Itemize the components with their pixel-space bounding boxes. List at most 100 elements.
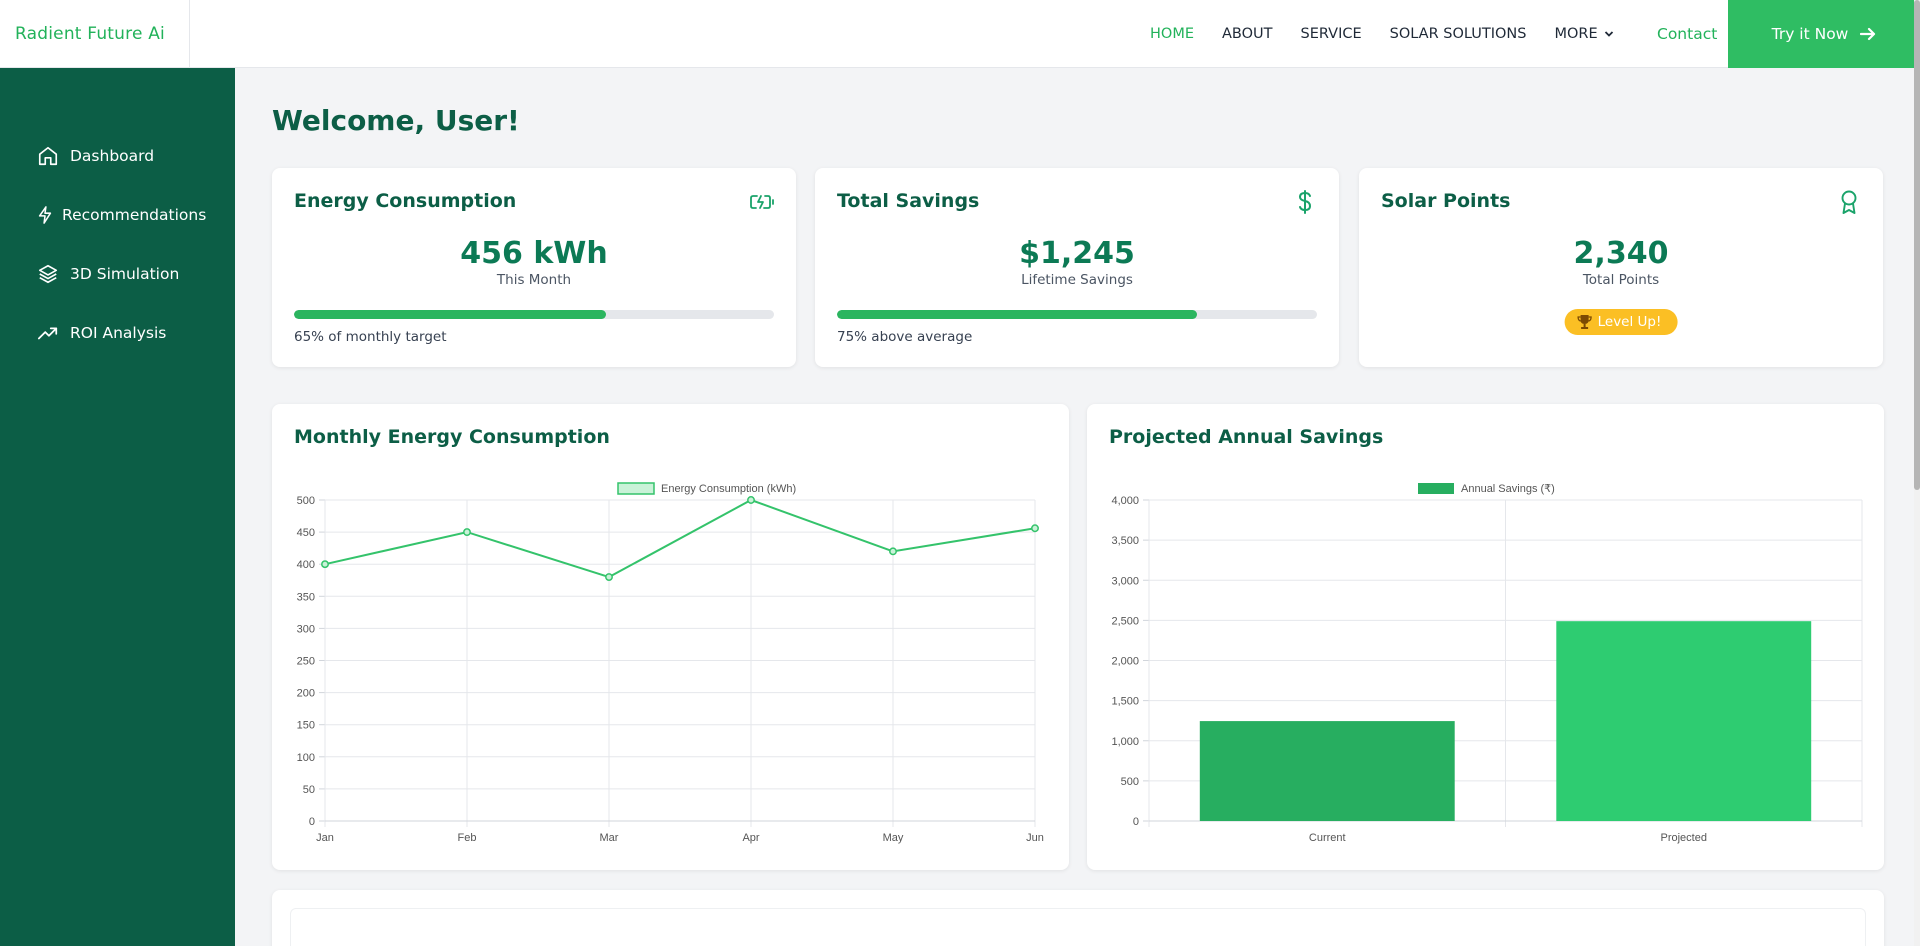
- y-tick-label: 2,000: [1111, 656, 1139, 668]
- sidebar-item-roi-analysis[interactable]: ROI Analysis: [0, 303, 235, 362]
- card-title: Energy Consumption: [294, 190, 517, 212]
- data-point: [605, 573, 613, 581]
- legend-label: Annual Savings (₹): [1461, 483, 1555, 495]
- y-tick-label: 200: [297, 688, 315, 700]
- sidebar-item-recommendations[interactable]: Recommendations: [0, 185, 235, 244]
- sidebar-item-label: 3D Simulation: [70, 264, 180, 283]
- page-title: Welcome, User!: [272, 104, 520, 137]
- arrow-right-icon: [1860, 27, 1876, 41]
- energy-sub: This Month: [496, 272, 572, 288]
- x-tick-label: Feb: [458, 832, 477, 844]
- brand-logo[interactable]: Radient Future Ai: [0, 0, 190, 68]
- monthly-energy-chart-card: Monthly Energy Consumption Energy Consum…: [272, 404, 1069, 870]
- y-tick-label: 1,000: [1111, 736, 1139, 748]
- card-title: Total Savings: [837, 190, 980, 212]
- y-tick-label: 3,500: [1111, 535, 1139, 547]
- savings-progress-label: 75% above average: [837, 329, 973, 345]
- sidebar-item-label: Recommendations: [62, 205, 207, 224]
- home-icon: [36, 144, 60, 168]
- nav-about[interactable]: ABOUT: [1222, 26, 1273, 42]
- bar: [1199, 721, 1455, 821]
- chevron-down-icon: [1604, 31, 1613, 37]
- x-tick-label: Current: [1309, 832, 1346, 844]
- sidebar-item-dashboard[interactable]: Dashboard: [0, 126, 235, 185]
- award-icon: [1837, 190, 1861, 214]
- y-tick-label: 50: [303, 784, 315, 796]
- legend-swatch: [1418, 483, 1454, 494]
- legend-swatch: [617, 482, 655, 495]
- try-it-now-button[interactable]: Try it Now: [1728, 0, 1920, 68]
- energy-consumption-card: Energy Consumption 456 kWh This Month 65…: [272, 168, 796, 367]
- sidebar: Dashboard Recommendations 3D Simulation …: [0, 68, 235, 946]
- x-tick-label: Mar: [600, 832, 619, 844]
- sidebar-item-3d-simulation[interactable]: 3D Simulation: [0, 244, 235, 303]
- bottom-section-card: [272, 890, 1884, 946]
- progress-fill: [294, 310, 606, 319]
- data-point: [321, 560, 329, 569]
- battery-charging-icon: [750, 190, 774, 214]
- nav-home[interactable]: HOME: [1150, 26, 1194, 42]
- x-tick-label: Apr: [742, 832, 759, 844]
- y-tick-label: 400: [297, 559, 315, 571]
- nav-more-label: MORE: [1554, 26, 1598, 42]
- total-savings-card: Total Savings $1,245 Lifetime Savings 75…: [815, 168, 1339, 367]
- energy-progress-bar: [294, 310, 774, 319]
- y-tick-label: 450: [297, 527, 315, 539]
- x-tick-label: Jun: [1026, 832, 1044, 844]
- bar-chart: Annual Savings (₹) 0 500 1,000 1,500 2,000 2,5…: [1111, 483, 1863, 844]
- scrollbar[interactable]: [1914, 0, 1920, 946]
- x-tick-label: Jan: [316, 832, 334, 844]
- points-sub: Total Points: [1582, 272, 1660, 288]
- y-tick-label: 2,500: [1111, 615, 1139, 627]
- nav-solar-solutions[interactable]: SOLAR SOLUTIONS: [1390, 26, 1527, 42]
- try-it-now-label: Try it Now: [1771, 25, 1849, 43]
- y-tick-label: 300: [297, 623, 315, 635]
- chart-legend: Annual Savings (₹): [1418, 483, 1555, 495]
- y-tick-label: 250: [297, 656, 315, 668]
- nav-service[interactable]: SERVICE: [1301, 26, 1362, 42]
- y-tick-label: 150: [297, 720, 315, 732]
- savings-progress-bar: [837, 310, 1317, 319]
- nav-more[interactable]: MORE: [1554, 26, 1613, 42]
- data-point: [747, 496, 755, 504]
- points-value: 2,340: [1573, 236, 1669, 271]
- level-up-badge: Level Up!: [1564, 309, 1678, 335]
- trophy-icon: [1577, 315, 1592, 329]
- energy-progress-label: 65% of monthly target: [294, 329, 447, 345]
- sidebar-item-label: ROI Analysis: [70, 323, 167, 342]
- dollar-icon: [1293, 190, 1317, 214]
- nav-links: HOME ABOUT SERVICE SOLAR SOLUTIONS MORE: [1150, 0, 1642, 68]
- data-point: [889, 547, 897, 556]
- y-tick-label: 1,500: [1111, 696, 1139, 708]
- layers-icon: [36, 262, 60, 286]
- y-tick-label: 500: [297, 495, 315, 507]
- lightning-icon: [36, 203, 54, 227]
- card-title: Solar Points: [1381, 190, 1511, 212]
- savings-value: $1,245: [1019, 236, 1135, 271]
- legend-label: Energy Consumption (kWh): [661, 483, 796, 495]
- sidebar-item-label: Dashboard: [70, 146, 155, 165]
- projected-savings-chart-card: Projected Annual Savings Annual Savings …: [1087, 404, 1884, 870]
- main-content: Welcome, User! Energy Consumption 456 kW…: [235, 68, 1920, 946]
- y-tick-label: 4,000: [1111, 495, 1139, 507]
- bottom-section-inner: [290, 908, 1866, 946]
- chart-legend: Energy Consumption (kWh): [617, 482, 796, 495]
- line-chart: Energy Consumption (kWh) 0 50 100 150 200 250 3…: [297, 482, 1044, 844]
- nav-contact[interactable]: Contact: [1657, 0, 1717, 68]
- top-navbar: Radient Future Ai HOME ABOUT SERVICE SOL…: [0, 0, 1920, 68]
- badge-label: Level Up!: [1597, 314, 1662, 330]
- y-tick-label: 100: [297, 752, 315, 764]
- y-tick-label: 3,000: [1111, 575, 1139, 587]
- y-tick-label: 0: [1133, 816, 1139, 828]
- x-tick-label: May: [883, 832, 904, 844]
- data-point: [1031, 524, 1039, 533]
- y-tick-label: 0: [309, 816, 315, 828]
- solar-points-card: Solar Points 2,340 Total Points Level Up…: [1359, 168, 1883, 367]
- energy-value: 456 kWh: [460, 236, 608, 271]
- y-tick-label: 350: [297, 591, 315, 603]
- trending-up-icon: [36, 321, 60, 345]
- y-tick-label: 500: [1121, 776, 1139, 788]
- series-line: [324, 498, 1036, 579]
- x-tick-label: Projected: [1661, 832, 1707, 844]
- scrollbar-thumb[interactable]: [1914, 0, 1920, 490]
